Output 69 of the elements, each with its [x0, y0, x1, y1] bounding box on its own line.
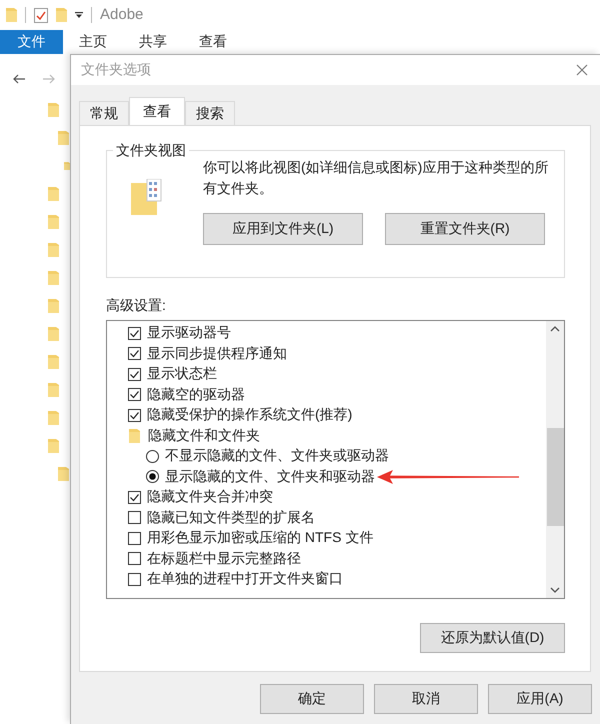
- folder-icon[interactable]: [48, 299, 59, 313]
- setting-label: 在单独的进程中打开文件夹窗口: [147, 570, 343, 588]
- setting-label: 显示驱动器号: [147, 324, 231, 342]
- setting-label: 不显示隐藏的文件、文件夹或驱动器: [165, 447, 389, 466]
- dialog-button[interactable]: 确定: [260, 684, 364, 714]
- scroll-down-icon[interactable]: [550, 587, 560, 594]
- checkbox[interactable]: [128, 368, 141, 381]
- folder-icon[interactable]: [48, 439, 59, 453]
- folder-icon: [131, 179, 163, 215]
- folder-icon[interactable]: [48, 243, 59, 257]
- setting-label: 在标题栏中显示完整路径: [147, 550, 301, 568]
- setting-label: 隐藏已知文件类型的扩展名: [147, 508, 315, 527]
- checkbox[interactable]: [128, 490, 141, 504]
- dialog-title: 文件夹选项: [81, 61, 151, 79]
- scrollbar-thumb[interactable]: [546, 428, 564, 526]
- radio-button[interactable]: [146, 470, 159, 484]
- folder-icon[interactable]: [48, 327, 59, 341]
- folder-icon[interactable]: [48, 215, 59, 229]
- folder-icon[interactable]: [48, 103, 59, 117]
- restore-defaults-button[interactable]: 还原为默认值(D): [420, 623, 565, 653]
- folder-icon[interactable]: [48, 355, 59, 369]
- tab[interactable]: 常规: [79, 101, 129, 125]
- setting-label: 显示同步提供程序通知: [147, 344, 287, 363]
- setting-label: 用彩色显示加密或压缩的 NTFS 文件: [147, 529, 374, 548]
- folder-icon[interactable]: [48, 411, 59, 425]
- back-icon[interactable]: [12, 74, 26, 84]
- forward-icon[interactable]: [42, 74, 56, 84]
- checkbox[interactable]: [128, 511, 141, 524]
- folder-view-button[interactable]: 重置文件夹(R): [385, 213, 545, 245]
- folder-icon: [129, 428, 140, 443]
- folder-icon[interactable]: [6, 8, 17, 22]
- folder-icon[interactable]: [48, 187, 59, 201]
- folder-icon[interactable]: [58, 131, 69, 145]
- folder-icon[interactable]: [64, 159, 70, 173]
- setting-label: 隐藏受保护的操作系统文件(推荐): [147, 406, 352, 424]
- description-text: 你可以将此视图(如详细信息或图标)应用于这种类型的所有文件夹。: [203, 158, 550, 198]
- section-heading: 高级设置:: [106, 297, 167, 315]
- scrollbar[interactable]: [546, 321, 564, 598]
- dialog-button[interactable]: 应用(A): [488, 684, 592, 714]
- checkbox[interactable]: [128, 388, 141, 402]
- folder-icon[interactable]: [58, 467, 69, 481]
- checkbox[interactable]: [128, 347, 141, 360]
- tab[interactable]: 搜索: [185, 101, 235, 125]
- tab[interactable]: 查看: [129, 97, 185, 125]
- radio-button[interactable]: [146, 450, 159, 463]
- checkbox[interactable]: [128, 408, 141, 422]
- setting-label: 显示状态栏: [147, 365, 217, 384]
- checkbox[interactable]: [128, 532, 141, 545]
- folder-icon[interactable]: [56, 8, 67, 22]
- setting-label: 隐藏空的驱动器: [147, 386, 245, 404]
- setting-label: 隐藏文件夹合并冲突: [147, 488, 273, 506]
- folder-view-button[interactable]: 应用到文件夹(L): [203, 213, 363, 245]
- setting-label: 隐藏文件和文件夹: [148, 426, 260, 445]
- ribbon-tab[interactable]: 主页: [63, 30, 123, 54]
- setting-label: 显示隐藏的文件、文件夹和驱动器: [165, 468, 375, 486]
- group-heading: 文件夹视图: [113, 142, 189, 160]
- window-title: Adobe: [100, 6, 144, 24]
- checkbox[interactable]: [128, 572, 141, 586]
- dropdown-icon[interactable]: [75, 12, 83, 18]
- checkbox[interactable]: [128, 326, 141, 340]
- checkbox[interactable]: [128, 552, 141, 566]
- dialog-button[interactable]: 取消: [374, 684, 478, 714]
- scroll-up-icon[interactable]: [550, 325, 560, 332]
- ribbon-tab[interactable]: 查看: [183, 30, 243, 54]
- properties-icon[interactable]: [34, 6, 48, 23]
- folder-icon[interactable]: [48, 383, 59, 397]
- ribbon-tab[interactable]: 共享: [123, 30, 183, 54]
- close-icon[interactable]: [576, 64, 588, 76]
- folder-icon[interactable]: [48, 271, 59, 285]
